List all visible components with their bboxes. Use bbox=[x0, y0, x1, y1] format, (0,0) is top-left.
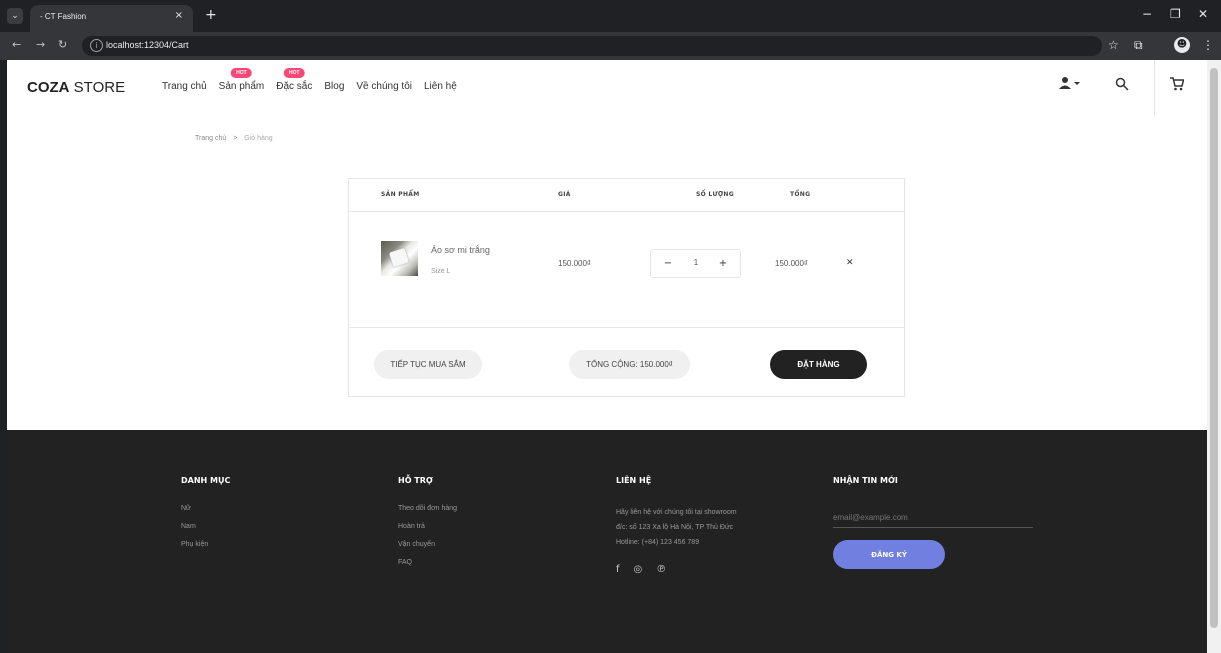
footer-link[interactable]: Nam bbox=[181, 523, 230, 530]
quantity-value[interactable]: 1 bbox=[686, 258, 706, 267]
menu-label: Blog bbox=[324, 81, 345, 92]
footer-link[interactable]: Theo dõi đơn hàng bbox=[398, 505, 457, 512]
contact-line: đ/c: số 123 Xa lộ Hà Nội, TP Thủ Đức bbox=[616, 524, 734, 531]
product-size: Size L bbox=[431, 268, 451, 275]
breadcrumb: Trang chủ > Giỏ hàng bbox=[195, 135, 278, 142]
logo-light-text: STORE bbox=[69, 79, 126, 96]
tab-close-icon[interactable]: × bbox=[175, 10, 183, 21]
hot-badge: HOT bbox=[284, 68, 305, 78]
col-total: TỔNG bbox=[790, 191, 811, 198]
new-tab-icon[interactable]: + bbox=[205, 7, 217, 23]
decrease-quantity-button[interactable]: − bbox=[658, 258, 678, 269]
search-icon-svg bbox=[1115, 77, 1129, 91]
newsletter-email-input[interactable] bbox=[833, 513, 1033, 528]
continue-shopping-button[interactable]: TIẾP TỤC MUA SẮM bbox=[374, 350, 482, 379]
footer-contact: LIÊN HỆ Hãy liên hệ với chúng tôi tại sh… bbox=[616, 476, 737, 575]
reload-icon[interactable]: ↻ bbox=[58, 38, 67, 51]
tab-title: - CT Fashion bbox=[40, 12, 87, 21]
footer-link[interactable]: FAQ bbox=[398, 559, 457, 566]
menu-item-home[interactable]: Trang chủ bbox=[162, 81, 207, 92]
cart-icon-svg bbox=[1170, 77, 1185, 91]
address-bar[interactable]: i localhost:12304/Cart bbox=[82, 36, 1102, 56]
footer-link[interactable]: Nữ bbox=[181, 505, 230, 512]
col-product: SẢN PHẨM bbox=[381, 191, 420, 198]
quantity-stepper: − 1 + bbox=[650, 249, 741, 278]
menu-label: Sản phẩm bbox=[218, 81, 265, 92]
remove-item-icon[interactable]: ✕ bbox=[846, 258, 854, 268]
menu-item-contact[interactable]: Liên hệ bbox=[424, 81, 457, 92]
col-quantity: SỐ LƯỢNG bbox=[696, 191, 734, 198]
product-price: 150.000₫ bbox=[558, 259, 592, 268]
page-scrollbar[interactable] bbox=[1207, 60, 1221, 653]
contact-line: Hotline: (+84) 123 456 789 bbox=[616, 539, 700, 546]
page-viewport: COZA STORE Trang chủ HOT Sản phẩm HOT Đặc … bbox=[7, 60, 1207, 653]
menu-item-about[interactable]: Về chúng tôi bbox=[356, 81, 412, 92]
grand-total-badge: TỔNG CỘNG: 150.000₫ bbox=[569, 350, 690, 379]
browser-tabbar: ⌄ - CT Fashion × + − ❐ ✕ bbox=[0, 0, 1221, 32]
menu-label: Trang chủ bbox=[162, 81, 207, 92]
browser-tab[interactable]: - CT Fashion × bbox=[30, 5, 193, 32]
footer-support-title: HỖ TRỢ bbox=[398, 476, 433, 485]
forward-icon[interactable]: → bbox=[36, 38, 45, 51]
contact-line: Hãy liên hệ với chúng tôi tại showroom bbox=[616, 509, 737, 516]
site-info-icon[interactable]: i bbox=[90, 39, 103, 52]
increase-quantity-button[interactable]: + bbox=[713, 258, 733, 269]
footer-newsletter: NHẬN TIN MỚI ĐĂNG KÝ bbox=[833, 476, 1033, 569]
browser-toolbar: ← → ↻ i localhost:12304/Cart ☆ ⧉ ☻ ⋮ bbox=[0, 32, 1221, 60]
minimize-icon[interactable]: − bbox=[1142, 7, 1152, 21]
breadcrumb-home[interactable]: Trang chủ bbox=[195, 135, 226, 142]
footer-link[interactable]: Hoàn trả bbox=[398, 523, 457, 530]
profile-avatar-icon[interactable]: ☻ bbox=[1174, 37, 1190, 53]
footer-support: HỖ TRỢ Theo dõi đơn hàng Hoàn trả Vận ch… bbox=[398, 476, 457, 577]
breadcrumb-separator: > bbox=[233, 135, 238, 142]
subscribe-button[interactable]: ĐĂNG KÝ bbox=[833, 540, 945, 569]
user-icon-svg bbox=[1059, 77, 1080, 89]
site-logo[interactable]: COZA STORE bbox=[27, 79, 125, 96]
restore-icon[interactable]: ❐ bbox=[1170, 7, 1181, 21]
hot-badge: HOT bbox=[231, 68, 252, 78]
menu-item-products[interactable]: HOT Sản phẩm bbox=[218, 68, 265, 92]
footer-categories-title: DANH MỤC bbox=[181, 476, 231, 485]
footer-newsletter-title: NHẬN TIN MỚI bbox=[833, 476, 898, 485]
facebook-icon[interactable]: f bbox=[616, 564, 620, 575]
address-url[interactable]: localhost:12304/Cart bbox=[106, 40, 189, 50]
footer-link[interactable]: Phụ kiện bbox=[181, 541, 230, 548]
close-window-icon[interactable]: ✕ bbox=[1198, 7, 1208, 21]
product-thumbnail[interactable] bbox=[381, 241, 418, 276]
back-icon[interactable]: ← bbox=[12, 38, 21, 51]
header-divider bbox=[1154, 60, 1155, 115]
menu-label: Về chúng tôi bbox=[356, 81, 412, 92]
menu-item-featured[interactable]: HOT Đặc sắc bbox=[276, 68, 313, 92]
cart-table: SẢN PHẨM GIÁ SỐ LƯỢNG TỔNG Áo sơ mi trắn… bbox=[348, 178, 905, 397]
scrollbar-thumb[interactable] bbox=[1210, 68, 1218, 628]
place-order-button[interactable]: ĐẶT HÀNG bbox=[770, 350, 867, 379]
logo-bold-text: COZA bbox=[27, 79, 70, 96]
product-name[interactable]: Áo sơ mi trắng bbox=[431, 245, 490, 255]
extensions-icon[interactable]: ⧉ bbox=[1134, 38, 1143, 53]
footer-categories: DANH MỤC Nữ Nam Phụ kiện bbox=[181, 476, 230, 559]
search-icon[interactable] bbox=[1115, 77, 1129, 95]
social-links: f ◎ ℗ bbox=[616, 564, 737, 575]
footer-link[interactable]: Vận chuyển bbox=[398, 541, 457, 548]
user-icon[interactable] bbox=[1059, 76, 1081, 94]
tab-search-icon[interactable]: ⌄ bbox=[7, 8, 23, 24]
browser-menu-icon[interactable]: ⋮ bbox=[1202, 38, 1214, 52]
breadcrumb-current: Giỏ hàng bbox=[244, 135, 273, 142]
site-footer: DANH MỤC Nữ Nam Phụ kiện HỖ TRỢ Theo dõi… bbox=[7, 430, 1207, 653]
col-price: GIÁ bbox=[558, 191, 571, 198]
main-menu: Trang chủ HOT Sản phẩm HOT Đặc sắc Blog Về… bbox=[162, 68, 457, 92]
instagram-icon[interactable]: ◎ bbox=[634, 564, 643, 575]
menu-label: Đặc sắc bbox=[276, 81, 313, 92]
menu-label: Liên hệ bbox=[424, 81, 457, 92]
bookmark-star-icon[interactable]: ☆ bbox=[1108, 38, 1119, 52]
footer-contact-title: LIÊN HỆ bbox=[616, 476, 652, 485]
line-total: 150.000₫ bbox=[775, 259, 809, 268]
menu-item-blog[interactable]: Blog bbox=[324, 81, 344, 92]
table-row: Áo sơ mi trắng Size L 150.000₫ − 1 + 150… bbox=[349, 212, 904, 328]
cart-header-row: SẢN PHẨM GIÁ SỐ LƯỢNG TỔNG bbox=[349, 179, 904, 212]
cart-icon[interactable] bbox=[1170, 77, 1185, 95]
pinterest-icon[interactable]: ℗ bbox=[656, 564, 666, 575]
site-header: COZA STORE Trang chủ HOT Sản phẩm HOT Đặc … bbox=[7, 60, 1207, 118]
